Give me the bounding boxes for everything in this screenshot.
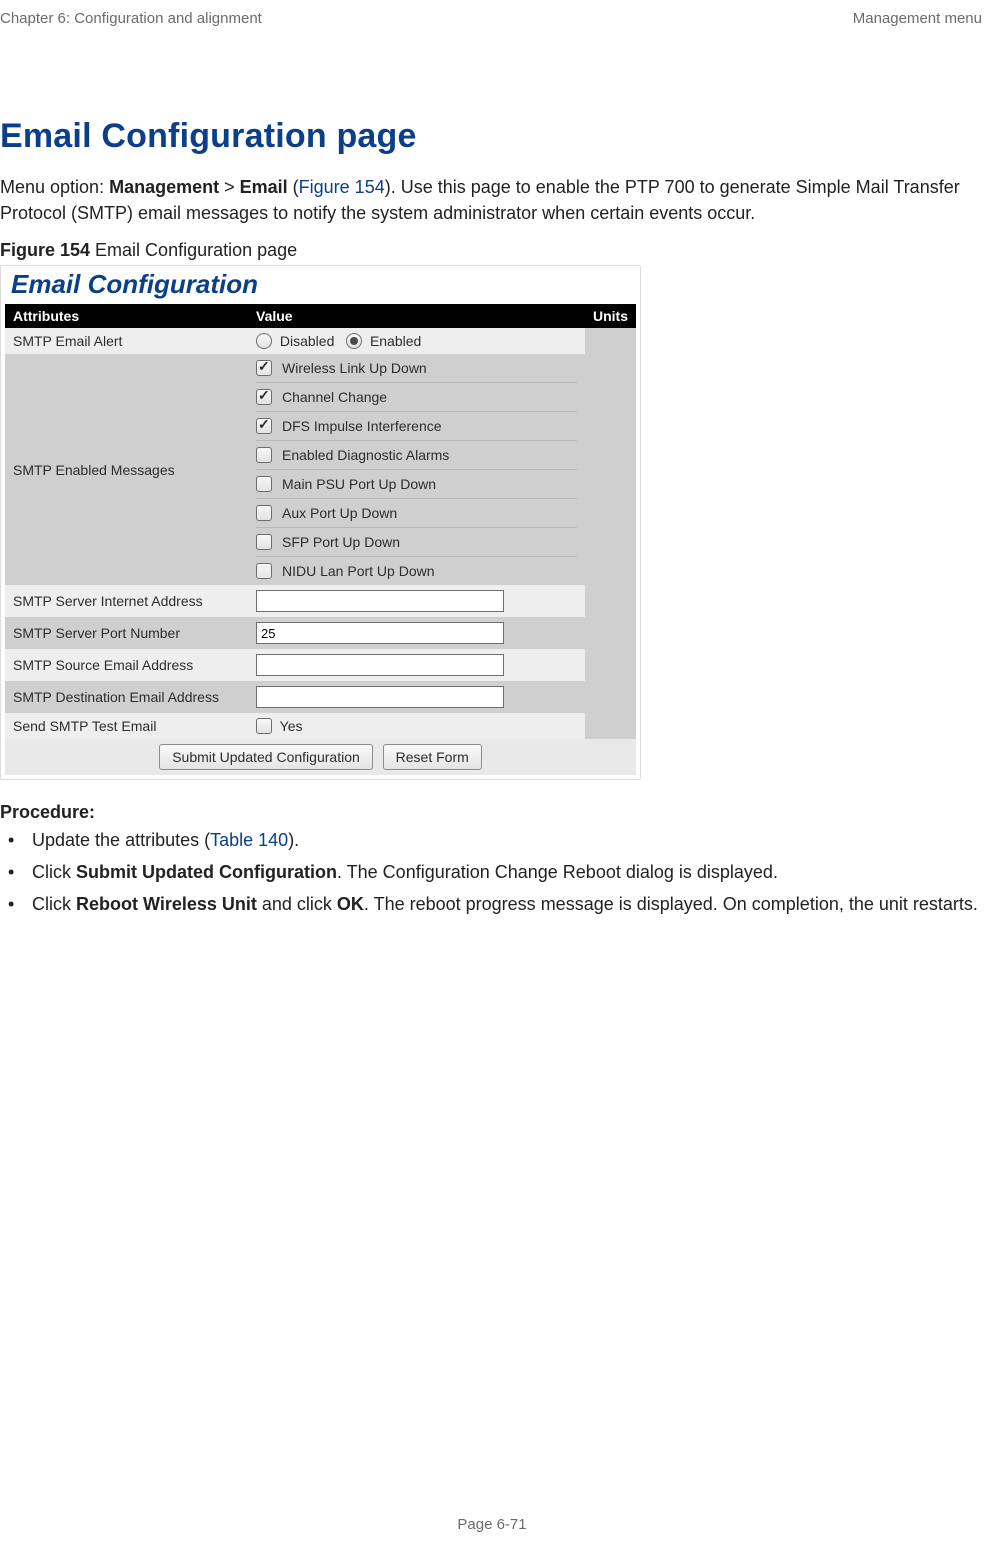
- th-attributes: Attributes: [5, 304, 248, 328]
- radio-disabled[interactable]: [256, 333, 272, 349]
- attr-source-email: SMTP Source Email Address: [5, 649, 248, 681]
- attr-smtp-messages: SMTP Enabled Messages: [5, 354, 248, 585]
- menu-management: Management: [109, 177, 219, 197]
- msg-row: Channel Change: [256, 382, 577, 411]
- proc-text: Click: [32, 862, 76, 882]
- proc-bold: Submit Updated Configuration: [76, 862, 337, 882]
- proc-text: . The Configuration Change Reboot dialog…: [337, 862, 778, 882]
- procedure-list: Update the attributes (Table 140). Click…: [2, 827, 984, 919]
- input-dest-email[interactable]: [256, 686, 504, 708]
- chk-test-email[interactable]: [256, 718, 272, 734]
- chk-aux-port[interactable]: [256, 505, 272, 521]
- msg-row: Main PSU Port Up Down: [256, 469, 577, 498]
- figure-caption-bold: Figure 154: [0, 240, 90, 260]
- radio-disabled-wrap[interactable]: Disabled: [256, 333, 338, 349]
- page-footer: Page 6-71: [0, 1516, 984, 1533]
- input-server-addr[interactable]: [256, 590, 504, 612]
- msg-label: Aux Port Up Down: [282, 505, 397, 521]
- intro-paren-close: ).: [385, 177, 401, 197]
- th-units: Units: [585, 304, 636, 328]
- proc-bold: OK: [337, 894, 364, 914]
- reset-button[interactable]: Reset Form: [383, 744, 482, 770]
- msg-row: Aux Port Up Down: [256, 498, 577, 527]
- msg-row: SFP Port Up Down: [256, 527, 577, 556]
- msg-label: Channel Change: [282, 389, 387, 405]
- intro-paragraph: Menu option: Management > Email (Figure …: [0, 174, 984, 226]
- msg-label: NIDU Lan Port Up Down: [282, 563, 435, 579]
- panel-title: Email Configuration: [5, 269, 636, 304]
- chk-nidu-lan[interactable]: [256, 563, 272, 579]
- input-source-email[interactable]: [256, 654, 504, 676]
- th-value: Value: [248, 304, 585, 328]
- attr-server-addr: SMTP Server Internet Address: [5, 585, 248, 617]
- attr-test-email: Send SMTP Test Email: [5, 713, 248, 739]
- proc-text: . The reboot progress message is display…: [364, 894, 978, 914]
- procedure-heading: Procedure:: [0, 802, 984, 823]
- header-left: Chapter 6: Configuration and alignment: [0, 10, 262, 27]
- chk-main-psu[interactable]: [256, 476, 272, 492]
- figure-caption: Figure 154 Email Configuration page: [0, 240, 984, 261]
- proc-text: Update the attributes (: [32, 830, 210, 850]
- attr-smtp-alert: SMTP Email Alert: [5, 328, 248, 354]
- procedure-item: Click Reboot Wireless Unit and click OK.…: [32, 891, 984, 919]
- chk-wireless-link[interactable]: [256, 360, 272, 376]
- submit-button[interactable]: Submit Updated Configuration: [159, 744, 373, 770]
- msg-row: NIDU Lan Port Up Down: [256, 556, 577, 585]
- header-right: Management menu: [853, 10, 982, 27]
- radio-enabled-label: Enabled: [370, 333, 421, 349]
- input-server-port[interactable]: [256, 622, 504, 644]
- test-email-label: Yes: [280, 718, 303, 734]
- chk-channel-change[interactable]: [256, 389, 272, 405]
- messages-list: Wireless Link Up Down Channel Change DFS…: [256, 354, 577, 585]
- msg-label: DFS Impulse Interference: [282, 418, 442, 434]
- page-title: Email Configuration page: [0, 117, 984, 156]
- test-email-wrap[interactable]: Yes: [256, 718, 302, 734]
- chk-sfp-port[interactable]: [256, 534, 272, 550]
- intro-sep: >: [219, 177, 240, 197]
- procedure-item: Update the attributes (Table 140).: [32, 827, 984, 855]
- figure-link[interactable]: Figure 154: [299, 177, 385, 197]
- procedure-item: Click Submit Updated Configuration. The …: [32, 859, 984, 887]
- msg-row: DFS Impulse Interference: [256, 411, 577, 440]
- intro-paren-open: (: [288, 177, 299, 197]
- radio-disabled-label: Disabled: [280, 333, 334, 349]
- msg-label: Enabled Diagnostic Alarms: [282, 447, 449, 463]
- radio-enabled[interactable]: [346, 333, 362, 349]
- msg-label: Wireless Link Up Down: [282, 360, 427, 376]
- proc-text: and click: [257, 894, 337, 914]
- msg-row: Enabled Diagnostic Alarms: [256, 440, 577, 469]
- intro-prefix: Menu option:: [0, 177, 109, 197]
- proc-text: ).: [288, 830, 299, 850]
- chk-diag-alarms[interactable]: [256, 447, 272, 463]
- table-link[interactable]: Table 140: [210, 830, 288, 850]
- attr-server-port: SMTP Server Port Number: [5, 617, 248, 649]
- attr-dest-email: SMTP Destination Email Address: [5, 681, 248, 713]
- proc-text: Click: [32, 894, 76, 914]
- figure-caption-rest: Email Configuration page: [90, 240, 297, 260]
- email-config-panel: Email Configuration Attributes Value Uni…: [0, 265, 641, 780]
- proc-bold: Reboot Wireless Unit: [76, 894, 257, 914]
- menu-email: Email: [240, 177, 288, 197]
- msg-label: SFP Port Up Down: [282, 534, 400, 550]
- msg-label: Main PSU Port Up Down: [282, 476, 436, 492]
- config-table: Attributes Value Units SMTP Email Alert …: [5, 304, 636, 775]
- chk-dfs-impulse[interactable]: [256, 418, 272, 434]
- radio-enabled-wrap[interactable]: Enabled: [346, 333, 421, 349]
- msg-row: Wireless Link Up Down: [256, 354, 577, 382]
